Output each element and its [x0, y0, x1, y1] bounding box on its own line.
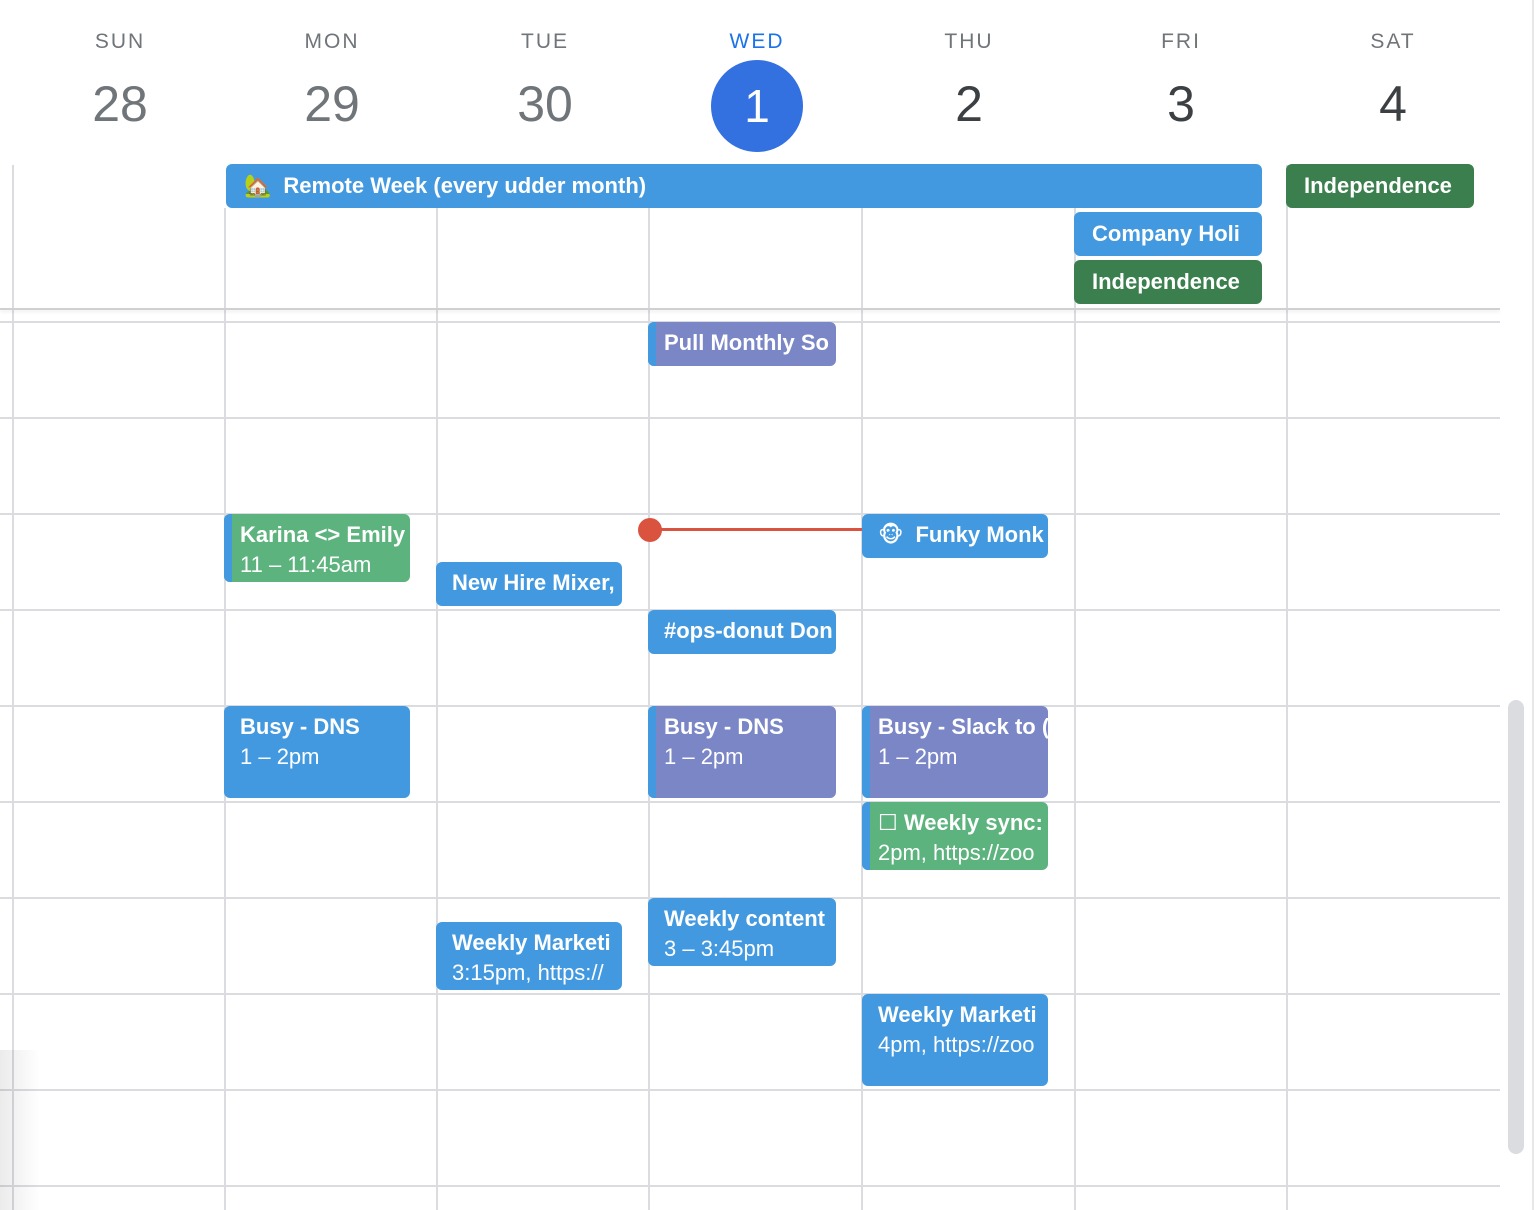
event-time: 1 – 2pm [664, 744, 744, 769]
day-of-week-label: WED [729, 30, 785, 53]
event-title: Busy - Slack to ( [878, 714, 1048, 739]
day-header-wed[interactable]: WED 1 [651, 0, 863, 160]
event-time: 3 – 3:45pm [664, 936, 775, 961]
week-header: SUN 28 MON 29 TUE 30 WED 1 THU 2 FRI 3 S… [0, 0, 1540, 160]
day-number[interactable]: 30 [439, 72, 651, 136]
event-title: Independence [1092, 269, 1240, 294]
event-time: 11 – 11:45am [240, 552, 372, 577]
event-title: Weekly Marketi [878, 1002, 1037, 1027]
day-header-mon[interactable]: MON 29 [226, 0, 438, 160]
day-of-week-label: TUE [521, 30, 569, 53]
event-title: Weekly content [664, 906, 825, 931]
event-title: Pull Monthly So [664, 330, 829, 355]
day-of-week-label: FRI [1161, 30, 1201, 53]
current-time-line [650, 528, 862, 531]
current-time-dot [638, 518, 662, 542]
event-karina-emily[interactable]: Karina <> Emily 11 – 11:45am [224, 514, 410, 582]
event-title: Busy - DNS [664, 714, 784, 739]
event-busy-slack[interactable]: Busy - Slack to ( 1 – 2pm [862, 706, 1048, 798]
hour-line [0, 993, 1500, 995]
event-time: 2pm, https://zoo [878, 840, 1035, 865]
event-title: Independence [1304, 173, 1452, 198]
grid-column-line [1074, 208, 1076, 1210]
day-number[interactable]: 29 [226, 72, 438, 136]
house-with-garden-icon: 🏡 [244, 173, 272, 198]
event-title: Karina <> Emily [240, 522, 406, 547]
left-edge-shadow [0, 1050, 40, 1210]
day-of-week-label: THU [944, 30, 994, 53]
event-time: 4pm, https://zoo [878, 1032, 1035, 1057]
event-new-hire-mixer[interactable]: New Hire Mixer, [436, 562, 622, 606]
scroll-track-edge [1532, 0, 1534, 1210]
event-weekly-marketing-tue[interactable]: Weekly Marketi 3:15pm, https:// [436, 922, 622, 990]
monkey-face-icon: 🐵 [878, 522, 904, 547]
hour-line [0, 1185, 1500, 1187]
day-of-week-label: SUN [94, 30, 146, 53]
event-busy-dns-mon[interactable]: Busy - DNS 1 – 2pm [224, 706, 410, 798]
day-header-fri[interactable]: FRI 3 [1075, 0, 1287, 160]
today-date-badge[interactable]: 1 [711, 60, 803, 152]
event-title: Busy - DNS [240, 714, 360, 739]
all-day-event-company-holiday[interactable]: Company Holi [1074, 212, 1262, 256]
event-title: Company Holi [1092, 221, 1240, 246]
event-weekly-content[interactable]: Weekly content 3 – 3:45pm [648, 898, 836, 966]
event-title: #ops-donut Don [664, 618, 833, 643]
day-of-week-label: SAT [1370, 30, 1416, 53]
event-pull-monthly[interactable]: Pull Monthly So [648, 322, 836, 366]
event-weekly-sync[interactable]: ☐ Weekly sync: 2pm, https://zoo [862, 802, 1048, 870]
event-title: Remote Week (every udder month) [283, 173, 647, 198]
day-of-week-label: MON [304, 30, 360, 53]
event-funky-monkey[interactable]: 🐵 Funky Monk [862, 514, 1048, 558]
all-day-event-independence-fri[interactable]: Independence [1074, 260, 1262, 304]
event-busy-dns-wed[interactable]: Busy - DNS 1 – 2pm [648, 706, 836, 798]
hour-line [0, 1089, 1500, 1091]
event-time: 3:15pm, https:// [452, 960, 604, 985]
event-weekly-marketing-thu[interactable]: Weekly Marketi 4pm, https://zoo [862, 994, 1048, 1086]
day-number[interactable]: 3 [1075, 72, 1287, 136]
event-title: Weekly Marketi [452, 930, 611, 955]
event-title: Funky Monk [915, 522, 1044, 547]
hour-line [0, 801, 1500, 803]
event-time: 1 – 2pm [240, 744, 320, 769]
day-number[interactable]: 28 [14, 72, 226, 136]
day-header-tue[interactable]: TUE 30 [439, 0, 651, 160]
all-day-divider [0, 308, 1500, 310]
day-header-sun[interactable]: SUN 28 [14, 0, 226, 160]
all-day-event-remote-week[interactable]: 🏡 Remote Week (every udder month) [226, 164, 1262, 208]
day-header-sat[interactable]: SAT 4 [1287, 0, 1499, 160]
event-ops-donut[interactable]: #ops-donut Don [648, 610, 836, 654]
day-number[interactable]: 2 [863, 72, 1075, 136]
event-time: 1 – 2pm [878, 744, 958, 769]
all-day-event-independence-sat[interactable]: Independence [1286, 164, 1474, 208]
grid-column-line [436, 208, 438, 1210]
hour-line [0, 417, 1500, 419]
day-number[interactable]: 4 [1287, 72, 1499, 136]
event-title: ☐ Weekly sync: [878, 810, 1043, 835]
day-header-thu[interactable]: THU 2 [863, 0, 1075, 160]
event-title: New Hire Mixer, [452, 570, 615, 595]
vertical-scrollbar-thumb[interactable] [1508, 700, 1524, 1154]
